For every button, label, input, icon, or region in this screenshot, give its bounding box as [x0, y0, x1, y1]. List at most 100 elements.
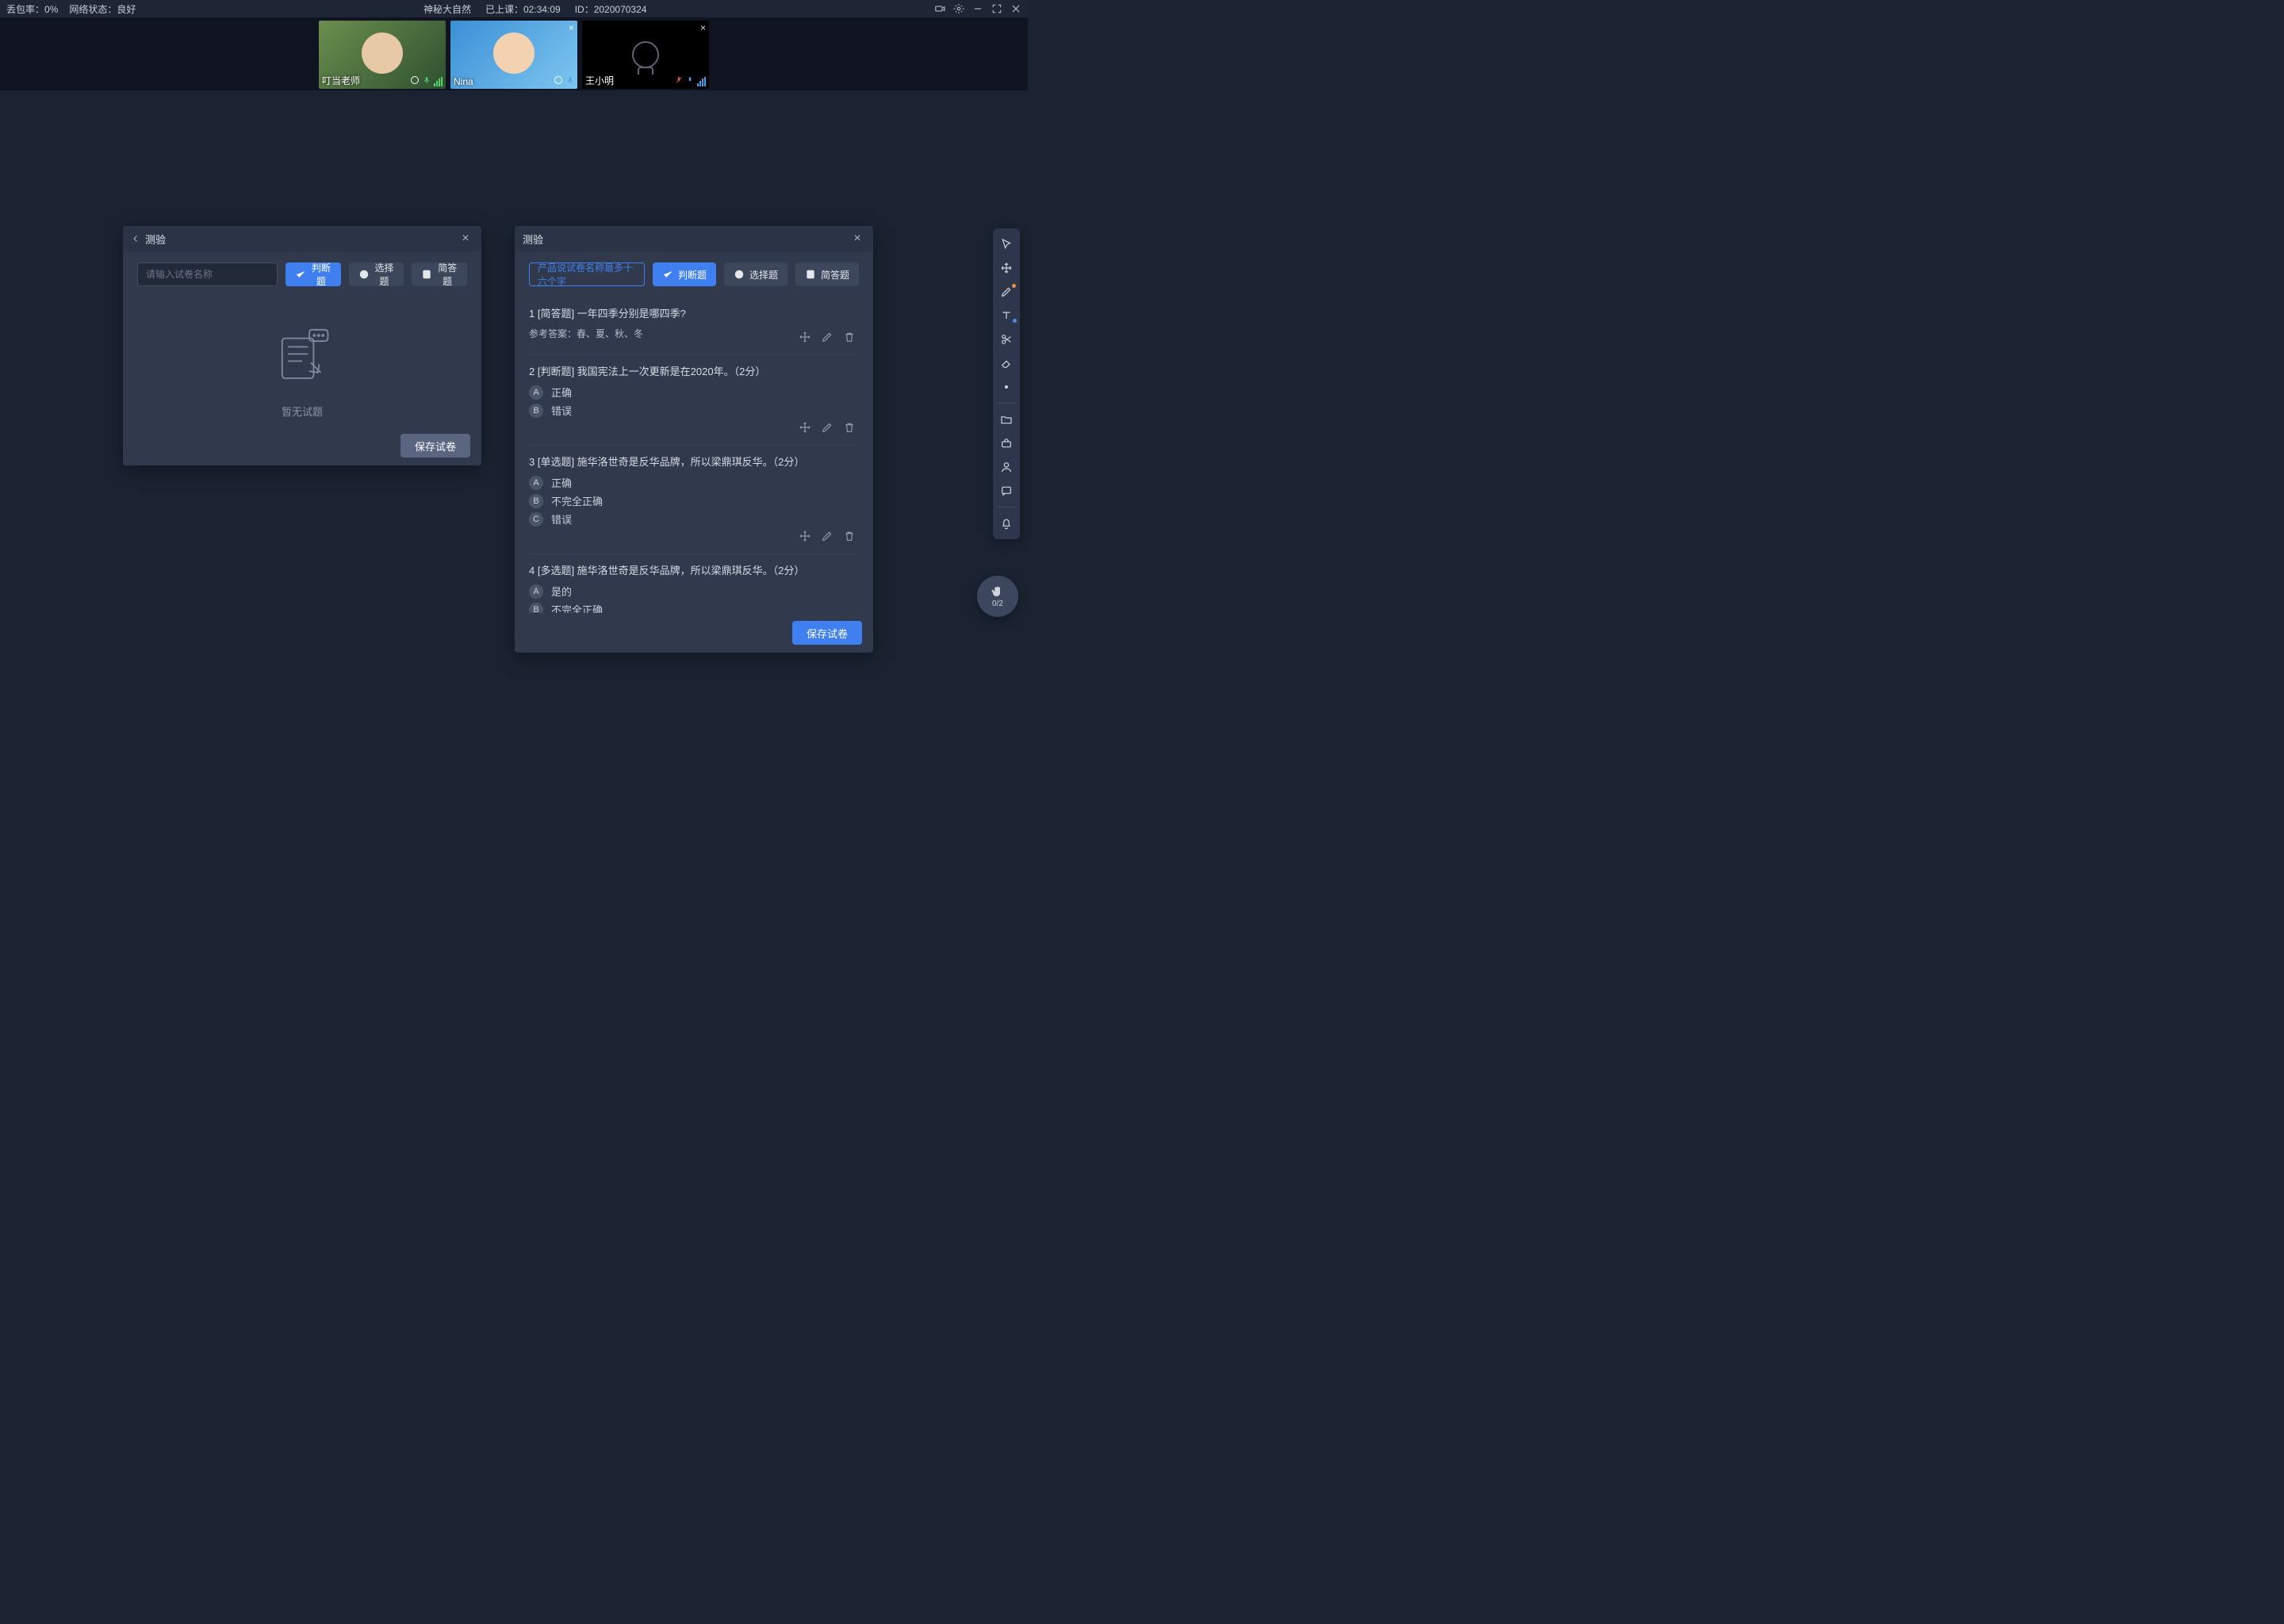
participant-name: 王小明 — [585, 74, 614, 87]
tool-chat-icon[interactable] — [994, 480, 1018, 502]
option-letter: B — [529, 494, 543, 508]
tool-bell-icon[interactable] — [994, 512, 1018, 534]
settings-icon[interactable] — [953, 3, 964, 14]
question-title: 3 [单选题] 施华洛世奇是反华品牌，所以梁鼎琪反华。（2分） — [529, 454, 856, 469]
option-text: 错误 — [551, 511, 572, 527]
tile-close-icon[interactable]: × — [569, 22, 574, 33]
option-letter: A — [529, 385, 543, 400]
mic-icon — [423, 75, 431, 87]
question-option[interactable]: C错误 — [529, 511, 856, 527]
empty-illustration-icon — [266, 321, 338, 393]
label: 简答题 — [437, 261, 458, 288]
badge-icon — [410, 75, 420, 87]
tool-laser-icon[interactable] — [994, 376, 1018, 398]
tool-toolbox-icon[interactable] — [994, 432, 1018, 454]
save-quiz-button[interactable]: 保存试卷 — [792, 621, 862, 645]
choice-icon — [358, 269, 370, 280]
label: 判断题 — [311, 261, 331, 288]
question-item: 4 [多选题] 施华洛世奇是反华品牌，所以梁鼎琪反华。（2分） A是的 B 不完全正确… — [529, 554, 856, 613]
edit-icon[interactable] — [821, 421, 834, 434]
mic-icon — [566, 75, 574, 87]
choice-icon — [734, 269, 745, 280]
fullscreen-icon[interactable] — [991, 3, 1002, 14]
delete-icon[interactable] — [843, 331, 856, 343]
option-letter: B — [529, 404, 543, 418]
tool-scissors-icon[interactable] — [994, 328, 1018, 350]
question-item: 1 [简答题] 一年四季分别是哪四季?参考答案：春、夏、秋、冬 — [529, 297, 856, 355]
video-strip: 叮当老师 × Nina × 王小明 — [0, 17, 1028, 90]
question-item: 3 [单选题] 施华洛世奇是反华品牌，所以梁鼎琪反华。（2分） A正确 B 不完全正确… — [529, 446, 856, 554]
option-text: 不完全正确 — [551, 602, 603, 613]
right-toolbar — [993, 228, 1020, 539]
packet-loss: 丢包率：0% — [6, 2, 58, 16]
hand-icon — [991, 584, 1005, 599]
tool-cursor-icon[interactable] — [994, 233, 1018, 255]
move-icon[interactable] — [799, 331, 811, 343]
course-name: 神秘大自然 — [423, 2, 471, 16]
mic-icon — [686, 75, 694, 87]
empty-text: 暂无试题 — [282, 404, 323, 419]
question-option[interactable]: A 正确 — [529, 385, 856, 400]
option-text: 正确 — [551, 385, 572, 400]
question-type-choice-button[interactable]: 选择题 — [349, 262, 404, 286]
top-bar: 丢包率：0% 网络状态：良好 神秘大自然 已上课：02:34:09 ID：202… — [0, 0, 1028, 17]
tool-folder-icon[interactable] — [994, 408, 1018, 431]
question-title: 2 [判断题] 我国宪法上一次更新是在2020年。（2分） — [529, 363, 856, 378]
video-tile-student-camera-off[interactable]: × 王小明 — [582, 21, 709, 89]
minimize-icon[interactable] — [972, 3, 983, 14]
option-text: 不完全正确 — [551, 493, 603, 508]
tool-move-icon[interactable] — [994, 257, 1018, 279]
quiz-panel-filled: 测验 × 产品说试卷名称最多十六个字 判断题 选择题 简答题 1 [简答题] 一… — [515, 226, 873, 653]
quiz-panel-empty: 测验 × 判断题 选择题 简答题 — [123, 226, 481, 465]
question-option[interactable]: A是的 — [529, 584, 856, 599]
tool-text-icon[interactable] — [994, 304, 1018, 327]
save-quiz-button[interactable]: 保存试卷 — [400, 434, 470, 458]
back-icon[interactable] — [131, 234, 140, 243]
move-icon[interactable] — [799, 530, 811, 542]
mic-muted-icon — [675, 75, 683, 87]
delete-icon[interactable] — [843, 530, 856, 542]
judge-icon — [295, 269, 306, 280]
edit-icon[interactable] — [821, 331, 834, 343]
edit-icon[interactable] — [821, 530, 834, 542]
question-type-short-button[interactable]: 简答题 — [795, 262, 859, 286]
video-tile-student[interactable]: × Nina — [450, 21, 577, 89]
camera-flip-icon[interactable] — [934, 3, 945, 14]
move-icon[interactable] — [799, 421, 811, 434]
question-type-short-button[interactable]: 简答题 — [412, 262, 467, 286]
judge-icon — [662, 269, 673, 280]
question-type-judge-button[interactable]: 判断题 — [286, 262, 341, 286]
option-text: 错误 — [551, 403, 572, 418]
close-icon[interactable] — [1010, 3, 1021, 14]
camera-off-icon — [632, 41, 659, 68]
delete-icon[interactable] — [843, 421, 856, 434]
option-letter: B — [529, 603, 543, 614]
signal-bars-icon — [434, 77, 443, 86]
hand-raise-bubble[interactable]: 0/2 — [977, 576, 1018, 617]
question-title: 4 [多选题] 施华洛世奇是反华品牌，所以梁鼎琪反华。（2分） — [529, 562, 856, 577]
label: 选择题 — [749, 268, 778, 282]
question-option[interactable]: B 错误 — [529, 403, 856, 418]
participant-name: Nina — [454, 76, 473, 87]
panel-close-icon[interactable]: × — [849, 231, 865, 247]
tool-eraser-icon[interactable] — [994, 352, 1018, 374]
video-tile-teacher[interactable]: 叮当老师 — [319, 21, 446, 89]
question-type-choice-button[interactable]: 选择题 — [724, 262, 788, 286]
question-item: 2 [判断题] 我国宪法上一次更新是在2020年。（2分） A 正确 B 错误 — [529, 355, 856, 446]
label: 简答题 — [821, 268, 849, 282]
tool-pen-icon[interactable] — [994, 281, 1018, 303]
participant-name: 叮当老师 — [322, 74, 360, 87]
panel-title: 测验 — [145, 232, 453, 247]
tool-person-icon[interactable] — [994, 456, 1018, 478]
question-type-judge-button[interactable]: 判断题 — [653, 262, 716, 286]
question-option[interactable]: B 不完全正确 — [529, 602, 856, 613]
badge-icon — [554, 75, 563, 87]
answer-hint: 参考答案：春、夏、秋、冬 — [529, 327, 643, 340]
tile-close-icon[interactable]: × — [700, 22, 706, 33]
panel-close-icon[interactable]: × — [458, 231, 473, 247]
quiz-name-input[interactable] — [137, 262, 278, 286]
hand-count: 0/2 — [992, 599, 1003, 608]
quiz-name-input-filled[interactable]: 产品说试卷名称最多十六个字 — [529, 262, 645, 286]
question-option[interactable]: B 不完全正确 — [529, 493, 856, 508]
question-option[interactable]: A正确 — [529, 475, 856, 490]
